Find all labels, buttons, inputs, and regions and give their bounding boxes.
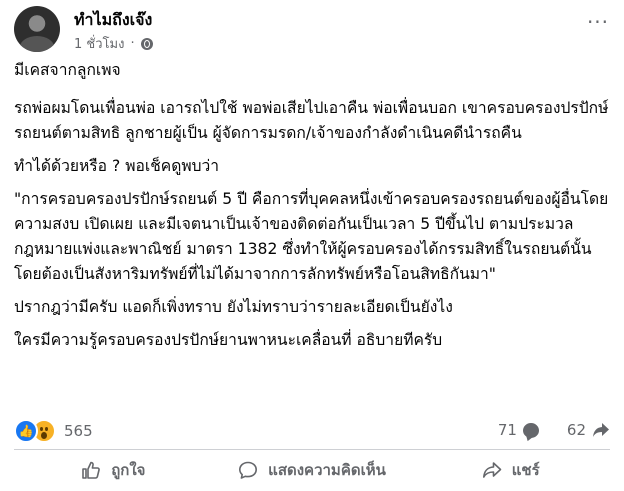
like-button[interactable]: ถูกใจ <box>14 452 213 488</box>
post-paragraph: รถพ่อผมโดนเพื่อนพ่อ เอารถไปใช้ พอพ่อเสีย… <box>14 99 609 142</box>
comment-count[interactable]: 71 <box>498 421 517 439</box>
author-name[interactable]: ทำไมถึงเจ๊ง <box>74 8 152 33</box>
comment-bubble-icon <box>522 422 539 438</box>
share-icon <box>482 462 502 478</box>
share-button-label: แชร์ <box>511 461 540 479</box>
thumbs-up-icon <box>82 461 101 479</box>
post-paragraph: ปรากฎว่ามีครับ แอดก็เพิ่งทราบ ยังไม่ทราบ… <box>14 298 453 316</box>
share-arrow-icon <box>593 423 609 437</box>
reactions-summary[interactable]: 👍 565 <box>14 419 93 443</box>
post-body: มีเคสจากลูกเพจ รถพ่อผมโดนเพื่อนพ่อ เอารถ… <box>14 58 614 361</box>
comment-button[interactable]: แสดงความคิดเห็น <box>213 452 412 488</box>
globe-icon <box>140 37 153 50</box>
avatar[interactable] <box>14 6 60 52</box>
comment-button-label: แสดงความคิดเห็น <box>268 461 386 479</box>
like-reaction-icon: 👍 <box>14 419 38 443</box>
post-paragraph: ใครมีความรู้ครอบครองปรปักษ์ยานพาหนะเคลื่… <box>14 331 443 349</box>
divider <box>14 449 610 450</box>
post-meta: 1 ชั่วโมง · <box>74 33 153 54</box>
post-paragraph: "การครอบครองปรปักษ์รถยนต์ 5 ปี คือการที่… <box>14 190 609 283</box>
action-bar: ถูกใจ แสดงความคิดเห็น แชร์ <box>14 452 610 488</box>
post-paragraph: มีเคสจากลูกเพจ <box>14 61 121 79</box>
engagement-counts: 71 62 <box>498 421 610 439</box>
like-button-label: ถูกใจ <box>111 461 146 479</box>
reaction-count: 565 <box>64 422 93 440</box>
more-options-icon[interactable]: ··· <box>584 12 612 34</box>
post-stats: 👍 565 71 62 <box>14 418 610 444</box>
post-header: ทำไมถึงเจ๊ง 1 ชั่วโมง · ··· <box>14 6 614 56</box>
post-time[interactable]: 1 ชั่วโมง <box>74 33 124 54</box>
post-paragraph: ทำได้ด้วยหรือ ? พอเช็คดูพบว่า <box>14 157 220 175</box>
comment-icon <box>239 461 258 479</box>
share-button[interactable]: แชร์ <box>411 452 610 488</box>
share-count[interactable]: 62 <box>567 421 586 439</box>
